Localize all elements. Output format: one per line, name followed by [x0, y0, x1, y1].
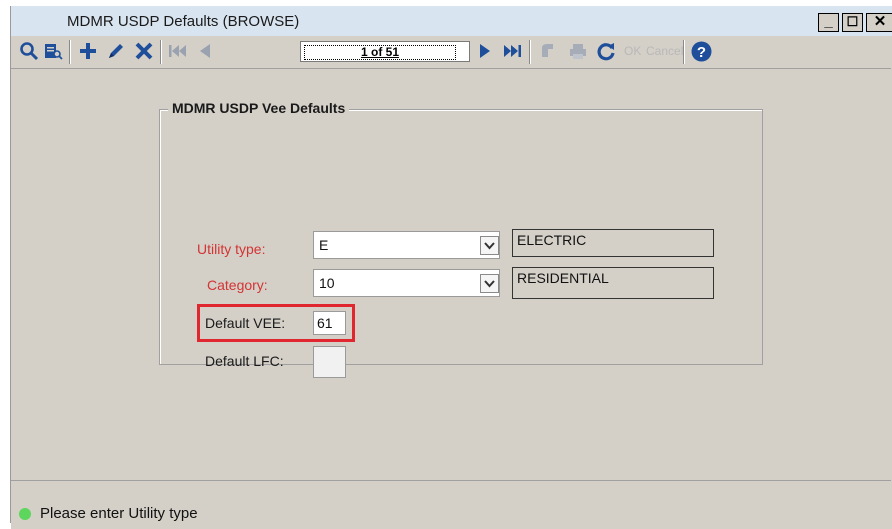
last-record-button[interactable]: [499, 38, 525, 64]
next-record-button[interactable]: [473, 38, 497, 64]
utility-type-select[interactable]: E: [313, 231, 500, 259]
toolbar-separator: [160, 40, 162, 64]
previous-record-icon: [200, 44, 210, 58]
delete-icon: [135, 42, 153, 60]
toolbar-separator: [69, 40, 71, 64]
delete-button[interactable]: [131, 38, 157, 64]
window-title: MDMR USDP Defaults (BROWSE): [67, 13, 300, 30]
edit-button[interactable]: [103, 38, 129, 64]
default-lfc-label: Default LFC:: [205, 353, 284, 369]
ok-button[interactable]: OK: [624, 44, 641, 58]
utility-type-dropdown-button[interactable]: [480, 236, 499, 255]
search-button[interactable]: [17, 38, 41, 64]
record-position: 1 of 51: [304, 45, 456, 60]
category-dropdown-button[interactable]: [480, 274, 499, 293]
previous-record-button[interactable]: [193, 38, 217, 64]
chevron-down-icon: [484, 241, 495, 249]
add-button[interactable]: [75, 38, 101, 64]
next-record-icon: [480, 44, 490, 58]
default-lfc-input[interactable]: [313, 346, 346, 378]
add-icon: [80, 43, 96, 59]
last-record-icon: [504, 45, 521, 57]
attach-button[interactable]: [535, 38, 561, 64]
highlight-box: [197, 304, 355, 342]
category-description: RESIDENTIAL: [512, 267, 714, 299]
refresh-button[interactable]: [593, 38, 619, 64]
edit-icon: [109, 44, 123, 58]
help-icon: ?: [691, 41, 711, 61]
utility-type-description: ELECTRIC: [512, 229, 714, 257]
status-indicator-icon: [19, 508, 31, 520]
title-bar: MDMR USDP Defaults (BROWSE) _ ☐ ✕: [11, 6, 892, 36]
close-button[interactable]: ✕: [866, 13, 892, 32]
print-icon: [570, 44, 586, 59]
toolbar-separator: [529, 40, 531, 64]
help-button[interactable]: ?: [688, 38, 714, 64]
search-icon: [20, 42, 39, 61]
cancel-button[interactable]: Cancel: [646, 44, 683, 58]
utility-type-label: Utility type:: [197, 241, 266, 257]
chevron-down-icon: [484, 279, 495, 287]
svg-text:?: ?: [696, 44, 705, 61]
toolbar: 1 of 51 OK Cancel ?: [11, 36, 892, 67]
print-button[interactable]: [565, 38, 591, 64]
maximize-button[interactable]: ☐: [842, 13, 863, 32]
record-position-field[interactable]: 1 of 51: [300, 41, 470, 62]
query-icon: [45, 44, 63, 60]
status-message: Please enter Utility type: [40, 505, 198, 522]
group-title: MDMR USDP Vee Defaults: [168, 100, 350, 116]
minimize-button[interactable]: _: [818, 13, 839, 32]
attach-icon: [542, 44, 553, 57]
category-label: Category:: [207, 277, 268, 293]
status-bar: Please enter Utility type: [11, 500, 892, 529]
first-record-button[interactable]: [165, 38, 191, 64]
refresh-icon: [597, 43, 615, 61]
query-button[interactable]: [41, 38, 65, 64]
toolbar-separator: [683, 40, 685, 64]
first-record-icon: [169, 45, 186, 57]
browse-window: MDMR USDP Defaults (BROWSE) _ ☐ ✕ 1 of 5…: [10, 6, 892, 529]
category-select[interactable]: 10: [313, 269, 500, 297]
